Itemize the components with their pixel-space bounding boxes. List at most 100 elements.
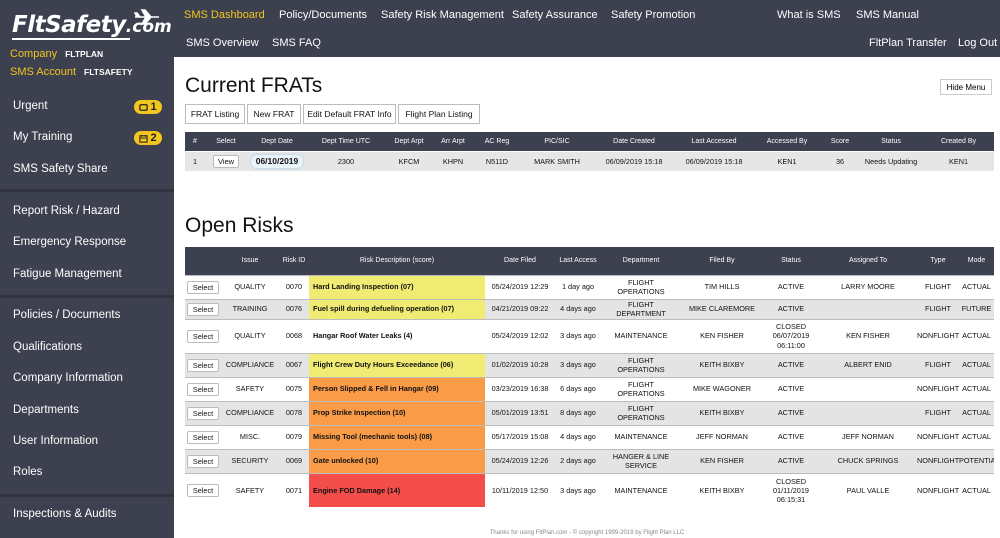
sidebar-group-3: Policies / Documents Qualifications Comp… bbox=[0, 298, 174, 492]
frats-table: # Select Dept Date Dept Time UTC Dept Arpt Ar… bbox=[185, 132, 994, 171]
sidebar-item-qualifications[interactable]: Qualifications bbox=[13, 341, 82, 353]
risk-filed-cell: 05/24/2019 12:26 bbox=[485, 448, 555, 473]
risk-access-cell: 6 days ago bbox=[555, 376, 601, 401]
nav-safety-assurance[interactable]: Safety Assurance bbox=[512, 9, 598, 21]
risk-col-header: Filed By bbox=[681, 247, 763, 275]
risk-issue-cell: TRAINING bbox=[221, 298, 279, 319]
risk-dept-cell: FLIGHT OPERATIONS bbox=[601, 274, 681, 299]
risk-col-header: Date Filed bbox=[485, 247, 555, 275]
risk-by-cell: MIKE WAGONER bbox=[681, 376, 763, 401]
risks-header-row: Issue Risk ID Risk Description (score) Date… bbox=[185, 247, 994, 275]
risk-filed-cell: 05/24/2019 12:29 bbox=[485, 274, 555, 299]
risk-id-cell: 0071 bbox=[279, 472, 309, 507]
frat-col-header: Dept Time UTC bbox=[307, 132, 385, 151]
nav-safety-risk-management[interactable]: Safety Risk Management bbox=[381, 9, 504, 21]
sidebar-item-my-training[interactable]: My Training bbox=[13, 131, 72, 143]
frat-listing-button[interactable]: FRAT Listing bbox=[185, 104, 245, 124]
risk-desc-cell: Prop Strike Inspection (10) bbox=[309, 400, 485, 425]
risk-type-cell: FLIGHT bbox=[917, 352, 959, 377]
risk-desc-cell: Missing Tool (mechanic tools) (08) bbox=[309, 424, 485, 449]
urgent-badge[interactable]: 1 bbox=[134, 100, 162, 114]
risk-desc-cell: Hangar Roof Water Leaks (4) bbox=[309, 318, 485, 353]
risk-select-button[interactable]: Select bbox=[187, 302, 219, 316]
risk-select-cell: Select bbox=[185, 424, 221, 449]
risk-select-button[interactable]: Select bbox=[187, 454, 219, 468]
risk-issue-cell: COMPLIANCE bbox=[221, 352, 279, 377]
risk-select-button[interactable]: Select bbox=[187, 430, 219, 444]
alert-icon bbox=[139, 103, 149, 111]
company-value: FLTPLAN bbox=[65, 49, 104, 59]
risk-by-cell: KEITH BIXBY bbox=[681, 472, 763, 507]
nav-what-is-sms[interactable]: What is SMS bbox=[777, 9, 841, 21]
risk-by-cell: KEITH BIXBY bbox=[681, 400, 763, 425]
risk-row: Select SECURITY 0069 Gate unlocked (10) 05/2… bbox=[185, 448, 994, 473]
nav-fltplan-transfer[interactable]: FltPlan Transfer bbox=[869, 37, 947, 49]
risk-by-cell: KEN FISHER bbox=[681, 448, 763, 473]
edit-default-frat-info-button[interactable]: Edit Default FRAT Info bbox=[303, 104, 396, 124]
flight-plan-listing-button[interactable]: Flight Plan Listing bbox=[398, 104, 480, 124]
nav-log-out[interactable]: Log Out bbox=[958, 37, 997, 49]
risk-filed-cell: 04/21/2019 09:22 bbox=[485, 298, 555, 319]
frat-row: 1 View 06/10/2019 2300 KFCM KHPN N511D MARK SMI… bbox=[185, 150, 994, 171]
risk-select-cell: Select bbox=[185, 400, 221, 425]
sidebar: FltSafety.com Company FLTPLAN SMS Account… bbox=[0, 0, 174, 538]
new-frat-button[interactable]: New FRAT bbox=[247, 104, 301, 124]
nav-sms-overview[interactable]: SMS Overview bbox=[186, 37, 259, 49]
risk-select-button[interactable]: Select bbox=[187, 358, 219, 372]
sidebar-item-sms-safety-share[interactable]: SMS Safety Share bbox=[13, 163, 108, 175]
risk-desc-cell: Gate unlocked (10) bbox=[309, 448, 485, 473]
risk-select-button[interactable]: Select bbox=[187, 329, 219, 343]
open-risks-table: Issue Risk ID Risk Description (score) Date… bbox=[185, 247, 994, 507]
nav-policy-documents[interactable]: Policy/Documents bbox=[279, 9, 367, 21]
sidebar-item-company-information[interactable]: Company Information bbox=[13, 372, 123, 384]
nav-safety-promotion[interactable]: Safety Promotion bbox=[611, 9, 695, 21]
sidebar-item-policies-documents[interactable]: Policies / Documents bbox=[13, 309, 120, 321]
risk-issue-cell: SECURITY bbox=[221, 448, 279, 473]
nav-sms-dashboard[interactable]: SMS Dashboard bbox=[184, 9, 265, 21]
risk-col-header: Department bbox=[601, 247, 681, 275]
risk-by-cell: KEN FISHER bbox=[681, 318, 763, 353]
risk-by-cell: TIM HILLS bbox=[681, 274, 763, 299]
frat-cell: Needs Updating bbox=[859, 150, 923, 171]
nav-sms-faq[interactable]: SMS FAQ bbox=[272, 37, 321, 49]
risk-select-button[interactable]: Select bbox=[187, 483, 219, 497]
sidebar-item-report-risk[interactable]: Report Risk / Hazard bbox=[13, 205, 120, 217]
risk-assigned-cell: LARRY MOORE bbox=[819, 274, 917, 299]
sms-account-value: FLTSAFETY bbox=[84, 67, 133, 77]
sms-account-label: SMS Account bbox=[10, 66, 77, 78]
frat-cell: 1 bbox=[185, 150, 205, 171]
risk-access-cell: 3 days ago bbox=[555, 352, 601, 377]
sidebar-item-emergency-response[interactable]: Emergency Response bbox=[13, 236, 126, 248]
training-badge[interactable]: 2 bbox=[134, 131, 162, 145]
sidebar-item-urgent[interactable]: Urgent bbox=[13, 100, 48, 112]
risk-id-cell: 0068 bbox=[279, 318, 309, 353]
hide-menu-button[interactable]: Hide Menu bbox=[940, 79, 992, 95]
frat-cell: KEN1 bbox=[753, 150, 821, 171]
risk-status-cell: ACTIVE bbox=[763, 448, 819, 473]
frat-view-button[interactable]: View bbox=[213, 154, 239, 168]
risk-mode-cell: ACTUAL bbox=[959, 274, 994, 299]
frat-cell: 06/09/2019 15:18 bbox=[593, 150, 675, 171]
risk-select-button[interactable]: Select bbox=[187, 382, 219, 396]
fltsafety-logo[interactable]: FltSafety.com bbox=[12, 8, 172, 46]
risk-row: Select QUALITY 0070 Hard Landing Inspection… bbox=[185, 274, 994, 299]
risk-desc-cell: Hard Landing Inspection (07) bbox=[309, 274, 485, 299]
frat-col-header: Date Created bbox=[593, 132, 675, 151]
frat-cell: 06/09/2019 15:18 bbox=[675, 150, 753, 171]
sidebar-item-departments[interactable]: Departments bbox=[13, 404, 79, 416]
sidebar-item-inspections-audits[interactable]: Inspections & Audits bbox=[13, 508, 117, 520]
frat-cell: 2300 bbox=[307, 150, 385, 171]
sidebar-item-roles[interactable]: Roles bbox=[13, 466, 42, 478]
sidebar-item-user-information[interactable]: User Information bbox=[13, 435, 98, 447]
risk-id-cell: 0078 bbox=[279, 400, 309, 425]
risk-select-button[interactable]: Select bbox=[187, 280, 219, 294]
training-badge-count: 2 bbox=[150, 132, 157, 144]
nav-sms-manual[interactable]: SMS Manual bbox=[856, 9, 919, 21]
risk-row: Select SAFETY 0071 Engine FOD Damage (14) 10… bbox=[185, 472, 994, 507]
frat-col-header: Arr Arpt bbox=[433, 132, 473, 151]
calendar-icon bbox=[139, 134, 149, 143]
frat-dept-date: 06/10/2019 bbox=[250, 154, 304, 168]
sidebar-item-fatigue-management[interactable]: Fatigue Management bbox=[13, 268, 122, 280]
risk-type-cell: FLIGHT bbox=[917, 274, 959, 299]
risk-select-button[interactable]: Select bbox=[187, 406, 219, 420]
